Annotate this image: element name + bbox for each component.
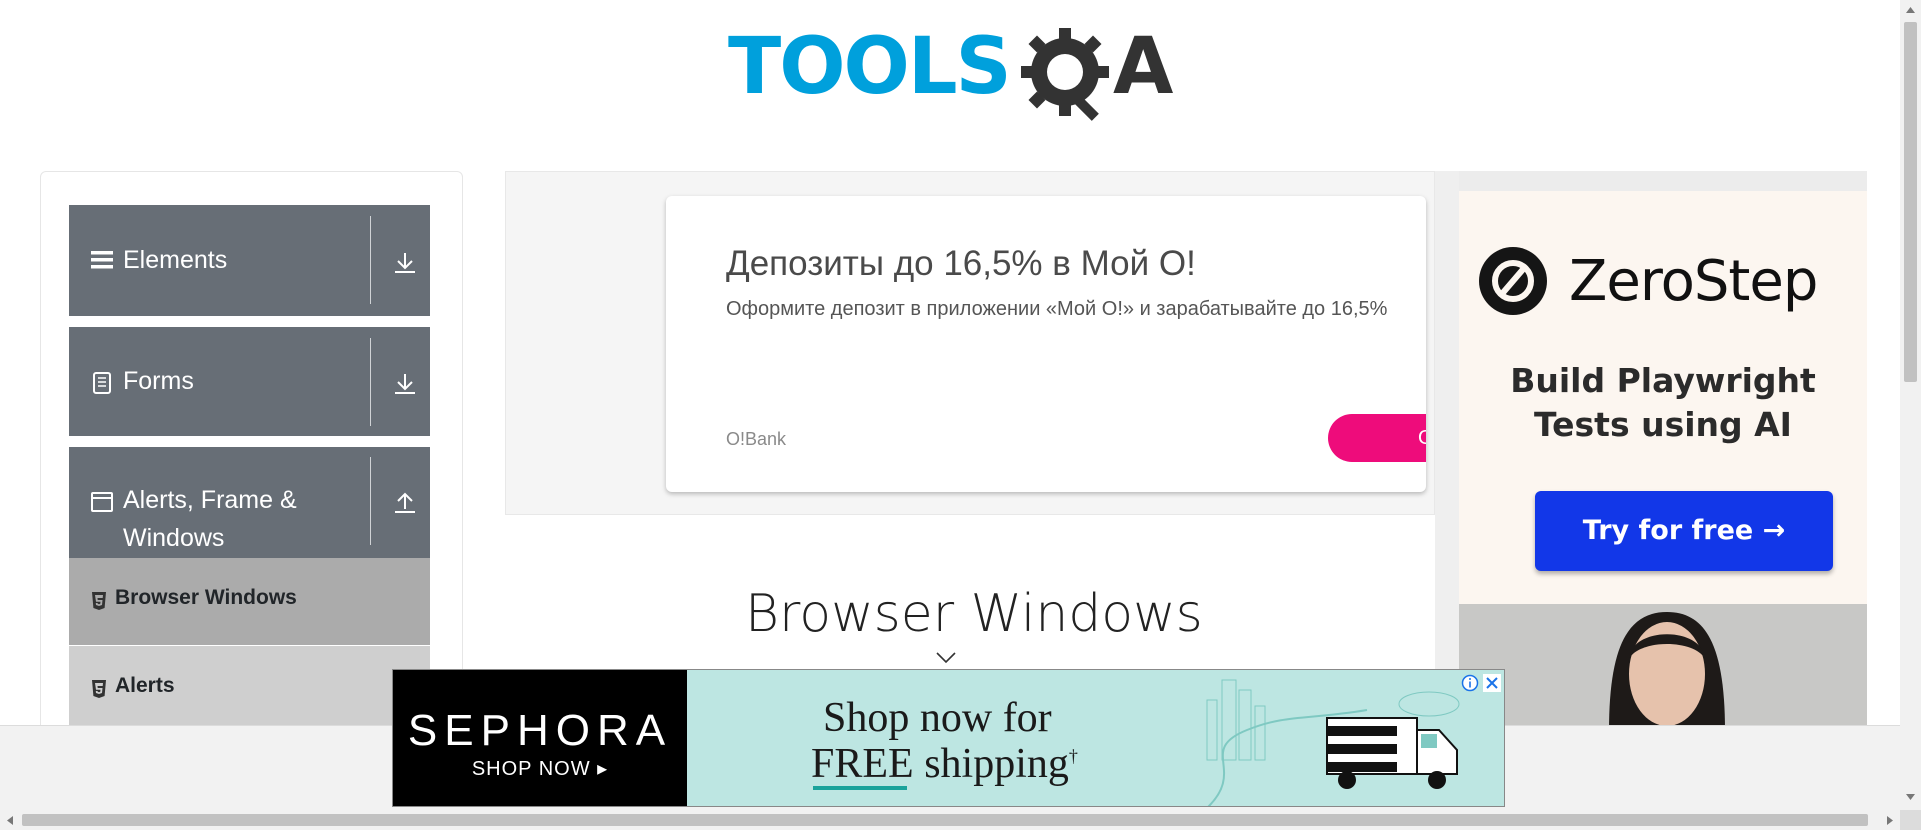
logo-text-tools: TOOLS xyxy=(728,22,1012,112)
zerostep-panel: ZeroStep Build Playwright Tests using AI… xyxy=(1459,191,1867,604)
scroll-up-arrow-icon[interactable] xyxy=(1905,5,1916,15)
divider xyxy=(370,338,371,426)
nav-group-alerts-frame-windows[interactable]: Alerts, Frame & Windows xyxy=(69,447,430,558)
divider xyxy=(370,216,371,304)
logo-text-a: A xyxy=(1113,22,1174,112)
menu-item-label: Browser Windows xyxy=(115,586,297,609)
divider xyxy=(370,457,371,545)
ad-cta-button[interactable]: О xyxy=(1328,414,1426,462)
nav-group-title: Forms xyxy=(123,367,194,395)
gear-magnifier-icon xyxy=(1021,28,1109,121)
woman-portrait-image xyxy=(1459,604,1867,731)
ad-pattern xyxy=(1435,171,1459,731)
shop-now-link[interactable]: SHOP NOW ▸ xyxy=(393,756,687,781)
zerostep-headline: Build Playwright Tests using AI xyxy=(1510,361,1816,444)
sephora-brand-panel: SEPHORA SHOP NOW ▸ xyxy=(393,670,687,806)
window-icon xyxy=(91,492,113,512)
ad-line-shop-now-for: Shop now for xyxy=(823,695,1052,741)
horizontal-scrollbar[interactable] xyxy=(0,810,1900,830)
menu-item-browser-windows[interactable]: Browser Windows xyxy=(69,558,430,645)
obank-ad-card[interactable]: Депозиты до 16,5% в Мой О! Оформите депо… xyxy=(666,196,1426,492)
hamburger-icon xyxy=(91,251,113,269)
ad-line-free-shipping: FREE shipping† xyxy=(811,740,1078,788)
ad-photo-woman xyxy=(1459,604,1867,731)
nav-group-forms[interactable]: Forms xyxy=(69,327,430,436)
html5-icon xyxy=(92,680,106,698)
chevron-down-icon xyxy=(936,652,956,664)
top-ad-container: Депозиты до 16,5% в Мой О! Оформите депо… xyxy=(505,171,1435,515)
zerostep-side-ad[interactable]: ZeroStep Build Playwright Tests using AI… xyxy=(1435,171,1867,731)
document-icon xyxy=(93,372,111,394)
sephora-brand: SEPHORA xyxy=(407,706,673,755)
download-arrow-icon[interactable] xyxy=(392,371,418,397)
nav-group-title: Alerts, Frame & Windows xyxy=(123,486,297,552)
upload-arrow-icon[interactable] xyxy=(392,490,418,516)
city-road-illustration xyxy=(1206,679,1460,806)
html5-icon xyxy=(92,592,106,610)
vertical-scrollbar[interactable] xyxy=(1900,0,1921,810)
scroll-left-arrow-icon[interactable] xyxy=(5,815,15,826)
try-for-free-button[interactable]: Try for free → xyxy=(1535,491,1833,571)
scroll-down-arrow-icon[interactable] xyxy=(1905,792,1916,802)
menu-item-label: Alerts xyxy=(115,674,175,697)
scroll-right-arrow-icon[interactable] xyxy=(1885,815,1895,826)
horizontal-scroll-thumb[interactable] xyxy=(22,814,1868,826)
free-underline xyxy=(813,786,907,790)
download-arrow-icon[interactable] xyxy=(392,250,418,276)
left-nav-panel: Elements Forms Alerts, Frame & Windows B… xyxy=(40,171,463,733)
sephora-banner-ad[interactable]: SEPHORA SHOP NOW ▸ Shop now for FREE shi… xyxy=(392,669,1505,807)
shipping-word: shipping xyxy=(913,741,1069,787)
toolsqa-logo[interactable]: TOOLS A xyxy=(728,22,1178,127)
nav-group-elements[interactable]: Elements xyxy=(69,205,430,316)
ad-brand: O!Bank xyxy=(726,429,787,449)
ad-title: Депозиты до 16,5% в Мой О! xyxy=(726,244,1196,283)
ad-description: Оформите депозит в приложении «Мой О!» и… xyxy=(726,298,1388,320)
scrollbar-corner xyxy=(1900,810,1921,830)
ad-pattern xyxy=(1435,171,1867,191)
page-title: Browser Windows xyxy=(745,584,1203,644)
ad-info-icon[interactable] xyxy=(1461,674,1479,692)
zerostep-brand: ZeroStep xyxy=(1569,249,1818,314)
vertical-scroll-thumb[interactable] xyxy=(1904,22,1917,382)
zerostep-logo-icon xyxy=(1479,247,1547,315)
sephora-message-panel: Shop now for FREE shipping† xyxy=(687,670,1504,806)
dagger-mark: † xyxy=(1068,746,1078,766)
nav-group-title: Elements xyxy=(123,246,228,274)
free-word: FREE xyxy=(811,741,914,787)
menu-item-alerts[interactable]: Alerts xyxy=(69,646,430,733)
ad-close-icon[interactable] xyxy=(1483,674,1501,692)
